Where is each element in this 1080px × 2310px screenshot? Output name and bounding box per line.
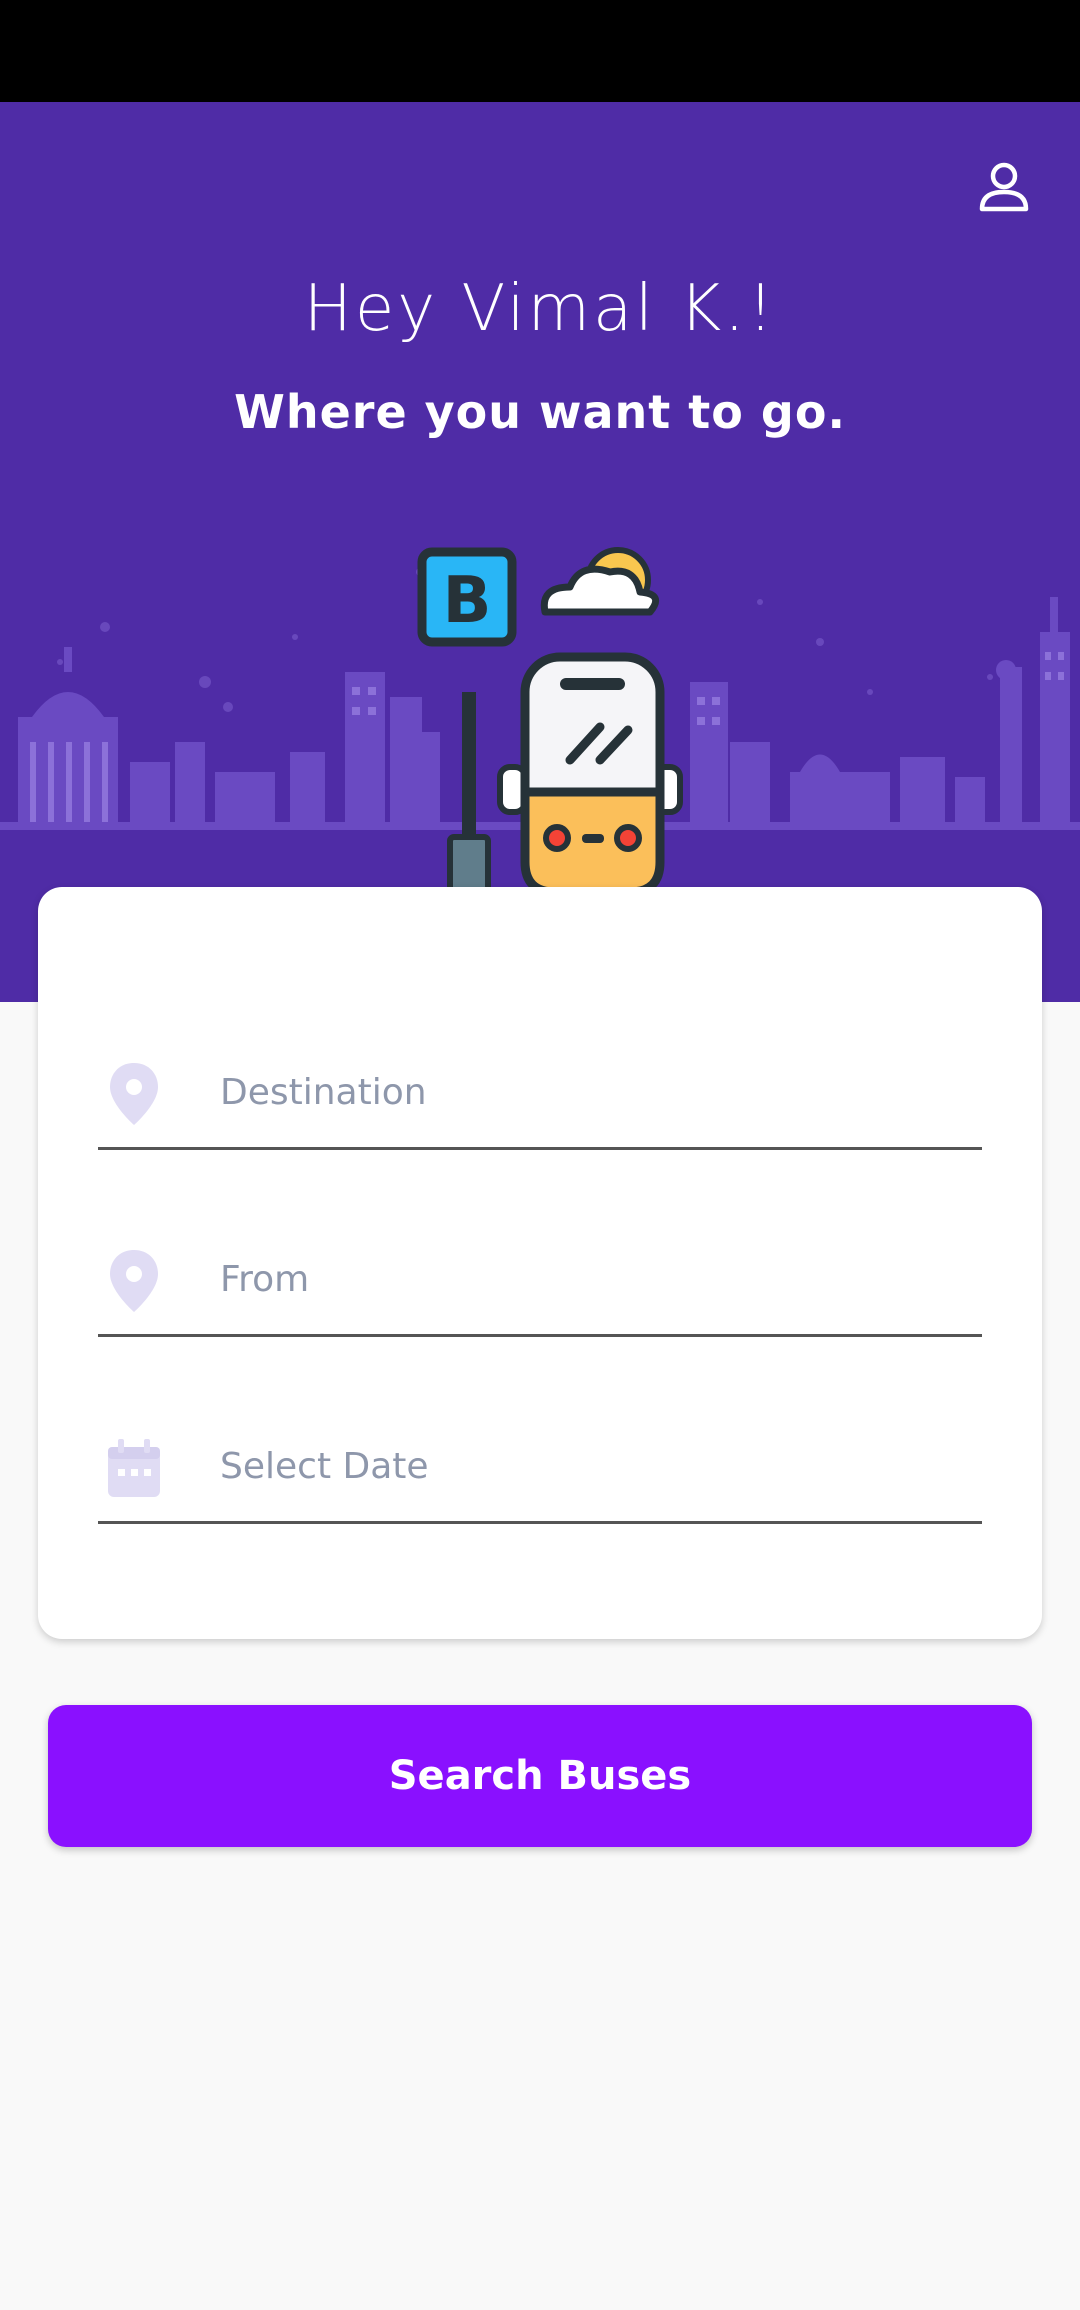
profile-button[interactable]	[968, 150, 1040, 222]
greeting-title: Hey Vimal K.!	[303, 272, 777, 346]
bus-stop-sign-letter: B	[443, 564, 492, 638]
date-input[interactable]	[218, 1435, 962, 1497]
date-field-row	[98, 1411, 982, 1524]
from-field-row	[98, 1224, 982, 1337]
user-icon	[979, 162, 1029, 212]
location-pin-icon	[110, 1063, 158, 1125]
destination-input[interactable]	[218, 1061, 962, 1123]
calendar-icon	[108, 1439, 160, 1497]
search-buses-button[interactable]: Search Buses	[48, 1705, 1032, 1847]
bus-stop-illustration: B	[0, 547, 1080, 914]
search-form-card	[38, 887, 1042, 1639]
from-input[interactable]	[218, 1248, 962, 1310]
header: Hey Vimal K.! Where you want to go. B	[0, 102, 1080, 1002]
status-bar	[0, 0, 1080, 102]
greeting-subtitle: Where you want to go.	[234, 385, 846, 439]
destination-field-row	[98, 1037, 982, 1150]
location-pin-icon	[110, 1250, 158, 1312]
